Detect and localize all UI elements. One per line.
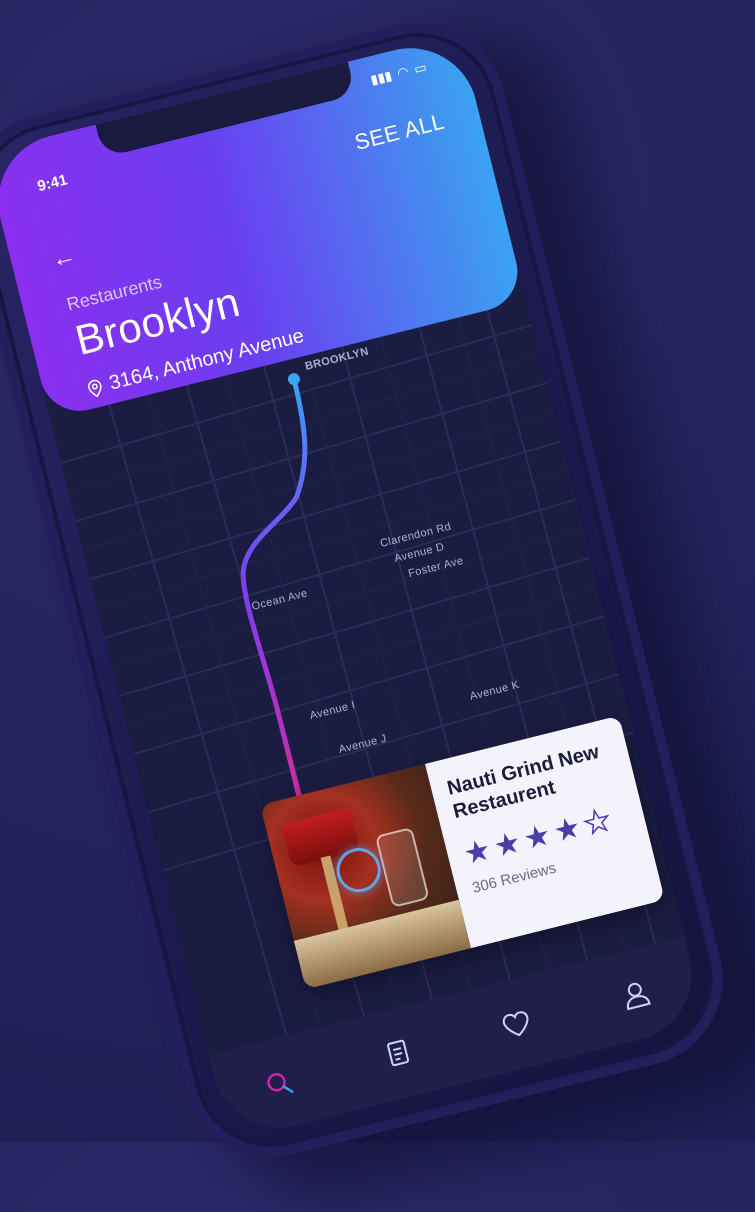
wifi-icon: ◠ — [395, 63, 411, 81]
battery-icon: ▭ — [412, 59, 429, 77]
search-icon[interactable] — [243, 1047, 316, 1120]
star-icon: ★ — [460, 833, 495, 872]
star-icon: ★ — [520, 818, 555, 857]
star-icon: ★ — [550, 810, 585, 850]
status-icons: ▮▮▮ ◠ ▭ — [369, 59, 428, 88]
location-pin-icon — [87, 379, 102, 397]
status-time: 9:41 — [35, 171, 70, 196]
glass-shape — [374, 826, 430, 908]
route-start-dot — [287, 373, 300, 386]
see-all-button[interactable]: SEE ALL — [352, 109, 447, 156]
signal-icon: ▮▮▮ — [368, 67, 394, 88]
scene: BROOKLYN Ocean Ave Clarendon Rd Avenue D… — [0, 0, 755, 1212]
receipt-icon[interactable] — [362, 1018, 435, 1091]
user-icon[interactable] — [599, 958, 672, 1031]
star-icon: ★ — [490, 825, 525, 865]
back-arrow-icon[interactable]: ← — [49, 242, 79, 275]
heart-icon[interactable] — [481, 988, 554, 1061]
star-outline-icon: ★ — [579, 802, 615, 842]
